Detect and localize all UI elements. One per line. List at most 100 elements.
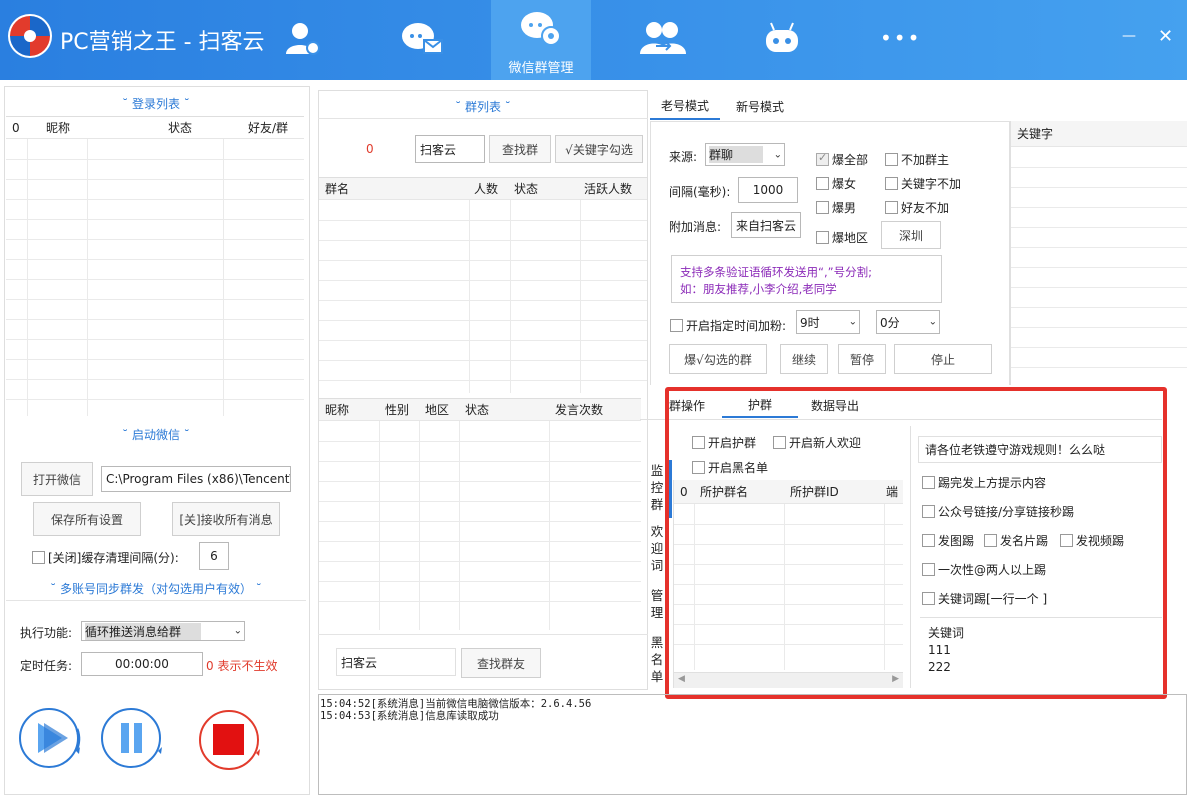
col-member-count: 人数 (474, 182, 499, 196)
tab-new-account-mode[interactable]: 新号模式 (722, 92, 798, 120)
exec-function-value: 循环推送消息给群 (85, 622, 202, 640)
blast-selected-groups-button[interactable]: 爆√勾选的群 (669, 344, 767, 374)
exec-function-select[interactable]: 循环推送消息给群 ⌄ (81, 621, 245, 641)
keyword-list-table: 关键字 (1010, 121, 1187, 385)
keyword-skip-label: 关键字不加 (901, 177, 962, 191)
save-settings-button[interactable]: 保存所有设置 (33, 502, 141, 536)
no-owner-checkbox[interactable]: 不加群主 (885, 151, 949, 168)
blast-region-checkbox[interactable]: 爆地区 (816, 229, 868, 246)
chevron-down-icon: ⌄ (233, 625, 242, 637)
side-tab-welcome[interactable]: 欢迎词 (647, 523, 667, 574)
stop-icon[interactable] (196, 707, 262, 773)
wechat-group-icon (521, 12, 561, 46)
interval-label: 间隔(毫秒): (669, 185, 731, 199)
minute-value: 0分 (880, 315, 900, 330)
pause-button[interactable]: 暂停 (838, 344, 886, 374)
timed-add-label: 开启指定时间加粉: (686, 319, 787, 333)
side-tab-blacklist[interactable]: 黑名单 (647, 634, 667, 685)
close-icon[interactable]: ✕ (1158, 26, 1173, 47)
exec-function-label: 执行功能: (20, 626, 73, 640)
nav-more-icon[interactable]: ••• (880, 26, 921, 50)
col-group-status: 状态 (514, 182, 539, 196)
col-active-count: 活跃人数 (584, 182, 633, 196)
blast-female-label: 爆女 (832, 177, 857, 191)
cache-clean-label: [关闭]缓存清理间隔(分): (48, 551, 179, 565)
extra-message-label: 附加消息: (669, 220, 722, 234)
blast-all-checkbox[interactable]: 爆全部 (816, 151, 868, 168)
nav-chat-mail[interactable] (388, 0, 458, 80)
open-wechat-button[interactable]: 打开微信 (21, 462, 93, 496)
source-label: 来源: (669, 150, 698, 164)
hint-line-2: 如：朋友推荐,小李介绍,老同学 (680, 282, 837, 296)
receive-messages-button[interactable]: [关]接收所有消息 (172, 502, 280, 536)
hour-select[interactable]: 9时 ⌄ (796, 310, 860, 334)
col-status: 状态 (168, 121, 193, 135)
group-list-title: ˘ 群列表 ˘ (455, 100, 511, 114)
log-box: 15:04:52[系统消息]当前微信电脑微信版本：2.6.4.56 15:04:… (318, 694, 1187, 795)
find-friend-button[interactable]: 查找群友 (461, 648, 541, 678)
keyword-check-button[interactable]: √关键字勾选 (555, 135, 643, 163)
chevron-down-icon: ⌄ (928, 316, 937, 328)
timer-hint: 0 表示不生效 (206, 659, 278, 673)
wechat-path-input[interactable]: C:\Program Files (x86)\Tencent\ (101, 466, 291, 492)
blast-all-label: 爆全部 (832, 153, 869, 167)
app-title: PC营销之王 - 扫客云 (60, 30, 265, 55)
source-value: 群聊 (709, 146, 764, 163)
nav-wechat-group-manage[interactable]: 微信群管理 (491, 0, 591, 80)
col-friends-groups: 好友/群 (248, 121, 289, 135)
continue-button[interactable]: 继续 (780, 344, 828, 374)
nav-active-label: 微信群管理 (508, 61, 574, 76)
pause-icon[interactable] (100, 707, 166, 773)
friend-skip-checkbox[interactable]: 好友不加 (885, 199, 949, 216)
col-member-nickname: 昵称 (325, 403, 350, 417)
blast-region-label: 爆地区 (832, 231, 869, 245)
tab-old-account-mode[interactable]: 老号模式 (650, 92, 720, 120)
hint-box: 支持多条验证语循环发送用“,”号分割; 如：朋友推荐,小李介绍,老同学 (671, 255, 942, 303)
group-search-input[interactable]: 扫客云 (415, 135, 485, 163)
chevron-down-icon: ⌄ (773, 149, 782, 160)
start-wechat-title: ˘ 启动微信 ˘ (122, 428, 190, 442)
hour-value: 9时 (800, 315, 820, 330)
cache-interval-input[interactable]: 6 (199, 542, 229, 570)
blast-female-checkbox[interactable]: 爆女 (816, 175, 856, 192)
logo-icon (6, 12, 54, 60)
group-count: 0 (366, 142, 374, 156)
friend-search-input[interactable]: 扫客云 (336, 648, 456, 676)
minimize-icon[interactable]: — (1122, 28, 1136, 44)
keyword-skip-checkbox[interactable]: 关键字不加 (885, 175, 961, 192)
title-bar: PC营销之王 - 扫客云 微信群管理 ••• — ✕ (0, 0, 1187, 80)
side-tab-monitor[interactable]: 监控群 (647, 462, 667, 513)
extra-message-input[interactable]: 来自扫客云 (731, 212, 801, 238)
col-gender: 性别 (385, 403, 410, 417)
timer-input[interactable]: 00:00:00 (81, 652, 203, 676)
contacts-transfer-icon (640, 22, 686, 54)
find-group-button[interactable]: 查找群 (489, 135, 551, 163)
nav-user-settings[interactable] (268, 0, 338, 80)
member-list-table: 昵称 性别 地区 状态 发言次数 (319, 398, 641, 630)
login-list-header: 0 昵称 状态 好友/群 (6, 117, 304, 139)
nav-contacts[interactable] (628, 0, 698, 80)
chevron-down-icon: ⌄ (848, 316, 857, 328)
highlight-frame (665, 387, 1167, 699)
login-list-title: ˘ 登录列表 ˘ (122, 97, 190, 111)
login-list-table: 0 昵称 状态 好友/群 (6, 116, 304, 416)
no-owner-label: 不加群主 (901, 153, 950, 167)
chat-mail-icon (402, 23, 443, 54)
region-button[interactable]: 深圳 (881, 221, 941, 249)
stop-button[interactable]: 停止 (894, 344, 992, 374)
col-region: 地区 (425, 403, 450, 417)
blast-male-checkbox[interactable]: 爆男 (816, 199, 856, 216)
cache-clean-checkbox[interactable]: [关闭]缓存清理间隔(分): (32, 549, 179, 566)
timed-add-checkbox[interactable]: 开启指定时间加粉: (670, 317, 786, 334)
timer-label: 定时任务: (20, 659, 73, 673)
minute-select[interactable]: 0分 ⌄ (876, 310, 940, 334)
col-nickname: 昵称 (46, 121, 71, 135)
source-select[interactable]: 群聊 ⌄ (705, 143, 785, 166)
group-list-table: 群名 人数 状态 活跃人数 (319, 177, 647, 393)
play-icon[interactable] (18, 707, 84, 773)
side-tab-manage[interactable]: 管理 (647, 587, 667, 621)
col-keyword: 关键字 (1017, 127, 1054, 141)
interval-input[interactable]: 1000 (738, 177, 798, 203)
nav-robot[interactable] (748, 0, 818, 80)
log-line: 15:04:53[系统消息]信息库读取成功 (320, 710, 499, 722)
